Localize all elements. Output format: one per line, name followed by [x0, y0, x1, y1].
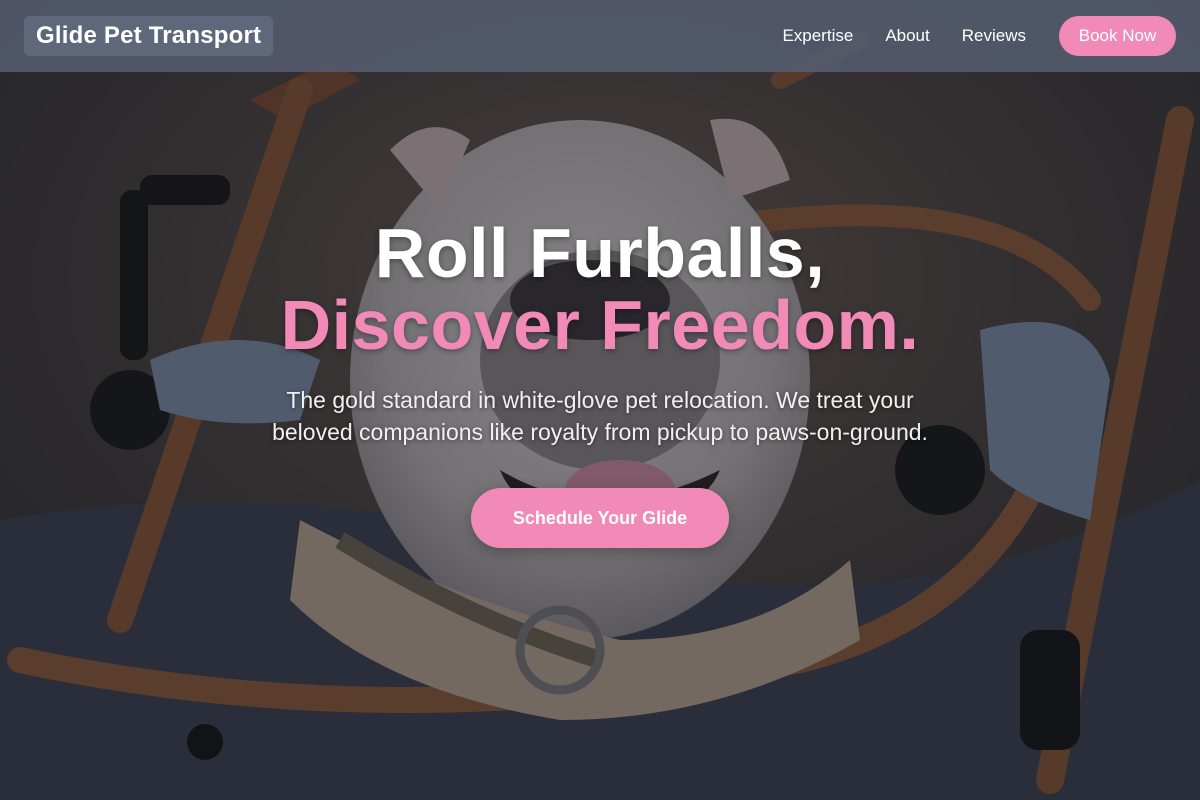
top-navbar: Glide Pet Transport Expertise About Revi… [0, 0, 1200, 72]
nav-link-reviews[interactable]: Reviews [962, 26, 1026, 46]
book-now-button[interactable]: Book Now [1059, 16, 1176, 56]
hero-headline-line-1: Roll Furballs, [374, 214, 826, 292]
schedule-glide-button[interactable]: Schedule Your Glide [471, 488, 729, 548]
nav-link-about[interactable]: About [885, 26, 929, 46]
hero-subtext: The gold standard in white-glove pet rel… [272, 387, 928, 445]
landing-page: Glide Pet Transport Expertise About Revi… [0, 0, 1200, 800]
brand-logo-text[interactable]: Glide Pet Transport [24, 16, 274, 56]
hero-headline: Roll Furballs, Discover Freedom. [0, 214, 1200, 364]
nav-links: Expertise About Reviews Book Now [782, 16, 1176, 56]
hero-section: Roll Furballs, Discover Freedom. The gol… [0, 214, 1200, 548]
hero-headline-line-2: Discover Freedom. [280, 286, 920, 364]
nav-link-expertise[interactable]: Expertise [782, 26, 853, 46]
